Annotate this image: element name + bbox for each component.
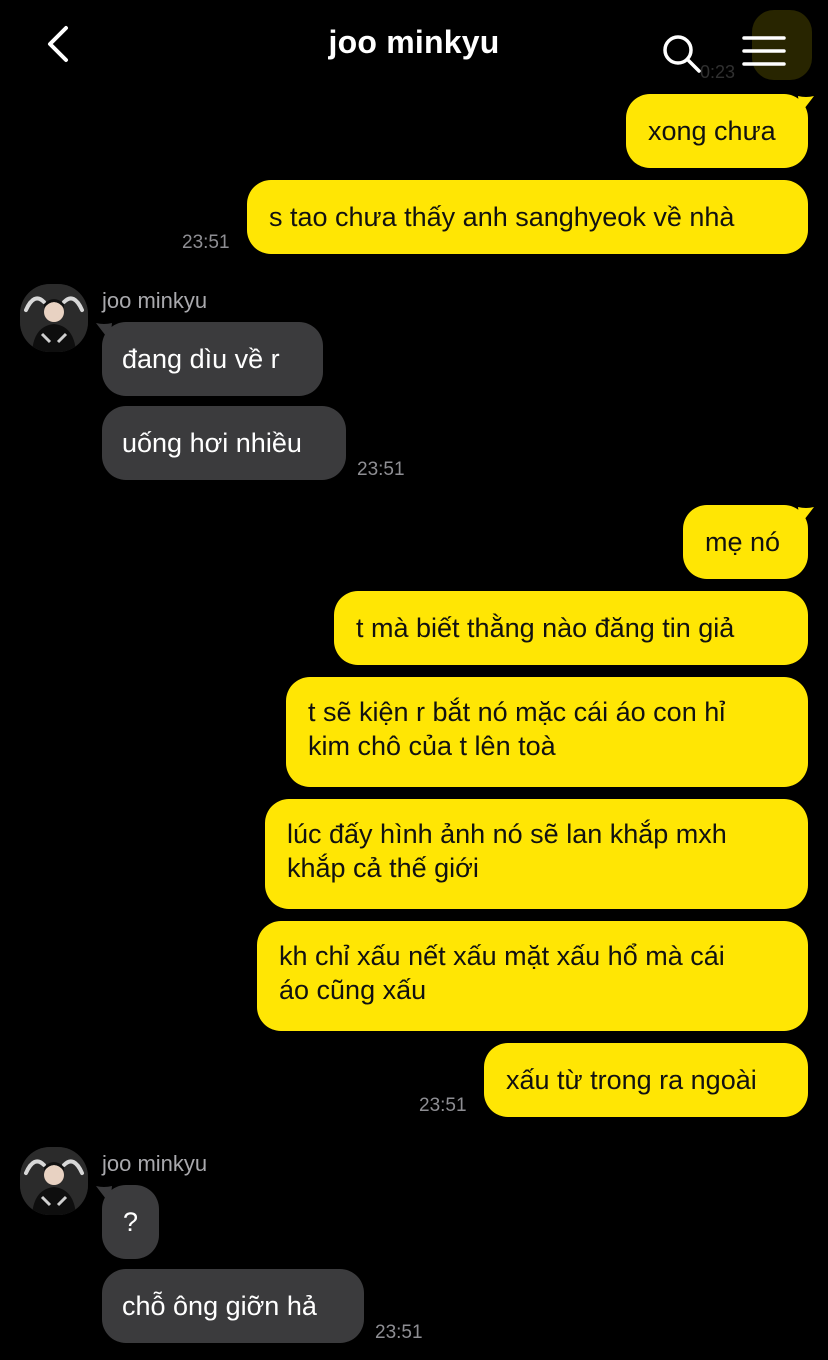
message-text-line: lúc đấy hình ảnh nó sẽ lan khắp mxh xyxy=(287,819,727,849)
incoming-message[interactable]: uống hơi nhiều xyxy=(102,406,346,480)
message-text: chỗ ông giỡn hả xyxy=(122,1291,317,1321)
chat-title: joo minkyu xyxy=(328,24,500,60)
incoming-message[interactable]: ? xyxy=(102,1185,159,1259)
outgoing-message[interactable]: mẹ nó xyxy=(683,505,808,579)
outgoing-message[interactable]: lúc đấy hình ảnh nó sẽ lan khắp mxh khắp… xyxy=(265,799,808,909)
message-text: t mà biết thằng nào đăng tin giả xyxy=(356,613,735,643)
outgoing-message[interactable]: t sẽ kiện r bắt nó mặc cái áo con hỉ kim… xyxy=(286,677,808,787)
message-text: s tao chưa thấy anh sanghyeok về nhà xyxy=(269,202,735,232)
message-text: xong chưa xyxy=(648,116,776,146)
message-text: đang dìu về r xyxy=(122,344,280,374)
profile-photo-icon xyxy=(20,284,88,352)
message-text: ? xyxy=(122,1207,139,1237)
faded-timestamp: 0:23 xyxy=(700,62,736,82)
outgoing-message[interactable]: t mà biết thằng nào đăng tin giả xyxy=(334,591,808,665)
outgoing-message[interactable]: xấu từ trong ra ngoài xyxy=(484,1043,808,1117)
sender-name: joo minkyu xyxy=(102,288,208,313)
message-timestamp: 23:51 xyxy=(182,232,230,253)
search-button[interactable] xyxy=(660,32,702,74)
avatar[interactable] xyxy=(20,1147,88,1215)
hamburger-menu-icon xyxy=(742,36,786,66)
menu-button[interactable] xyxy=(742,34,786,68)
message-text-line: khắp cả thế giới xyxy=(287,853,479,883)
incoming-message[interactable]: chỗ ông giỡn hả xyxy=(102,1269,364,1343)
message-text-line: áo cũng xấu xyxy=(279,975,427,1005)
avatar[interactable] xyxy=(20,284,88,352)
outgoing-message[interactable]: s tao chưa thấy anh sanghyeok về nhà xyxy=(247,180,808,254)
outgoing-message[interactable]: kh chỉ xấu nết xấu mặt xấu hổ mà cái áo … xyxy=(257,921,808,1031)
message-timestamp: 23:51 xyxy=(419,1095,467,1116)
profile-photo-icon xyxy=(20,1147,88,1215)
message-text: xấu từ trong ra ngoài xyxy=(506,1065,757,1095)
message-text: uống hơi nhiều xyxy=(122,428,302,458)
sender-name: joo minkyu xyxy=(102,1151,208,1176)
message-text-line: kim chô của t lên toà xyxy=(308,731,556,761)
chat-header: 0:23 joo minkyu xyxy=(0,0,828,88)
message-timestamp: 23:51 xyxy=(357,459,405,480)
message-timestamp: 23:51 xyxy=(375,1322,423,1343)
incoming-message[interactable]: đang dìu về r xyxy=(102,322,323,396)
message-text-line: kh chỉ xấu nết xấu mặt xấu hổ mà cái xyxy=(279,941,725,971)
message-text-line: t sẽ kiện r bắt nó mặc cái áo con hỉ xyxy=(308,697,726,727)
search-icon xyxy=(663,35,701,73)
message-text: mẹ nó xyxy=(705,527,781,557)
outgoing-message[interactable]: xong chưa xyxy=(626,94,808,168)
